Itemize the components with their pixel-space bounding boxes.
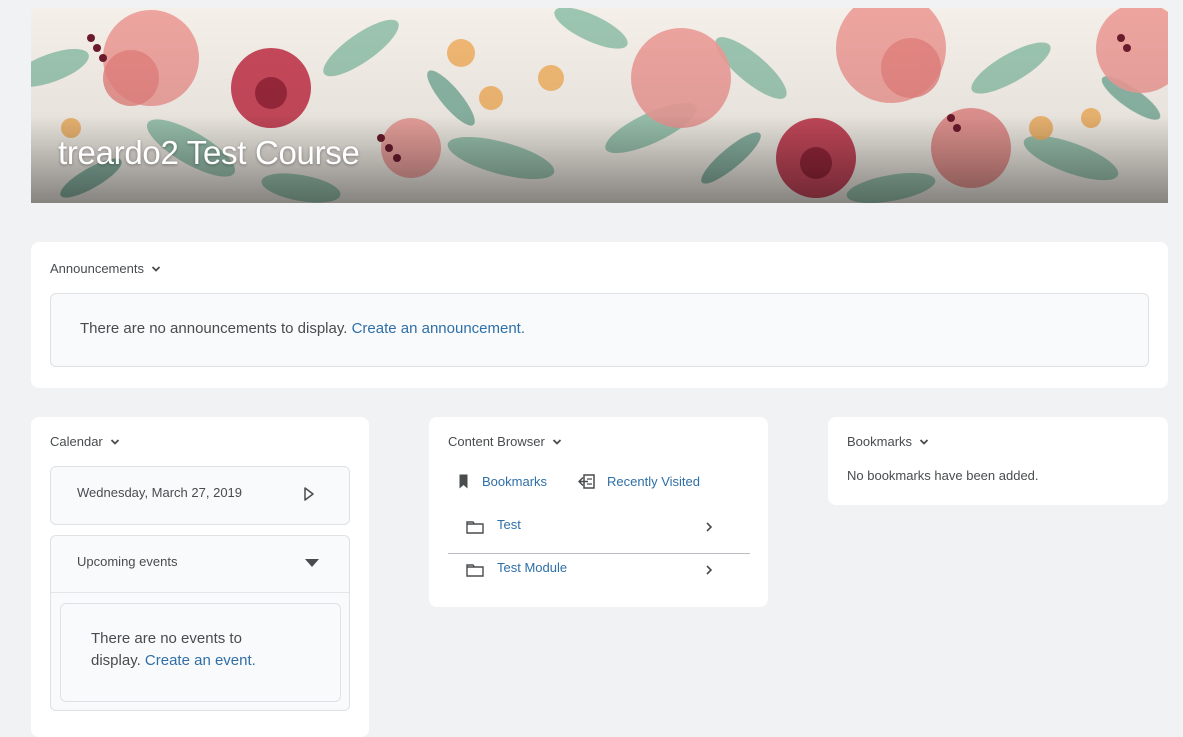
content-item-label: Test Module xyxy=(497,560,568,575)
announcements-title-label: Announcements xyxy=(50,261,144,276)
create-announcement-link[interactable]: Create an announcement. xyxy=(352,320,525,337)
tab-bookmarks[interactable]: Bookmarks xyxy=(459,471,547,491)
content-item-test[interactable]: Test xyxy=(448,513,750,554)
content-item-label: Test xyxy=(497,517,521,532)
divider xyxy=(51,592,349,593)
chevron-down-icon[interactable] xyxy=(552,437,562,447)
calendar-date: Wednesday, March 27, 2019 xyxy=(77,485,243,500)
upcoming-events-panel: Upcoming events There are no events to d… xyxy=(50,535,350,711)
chevron-down-icon[interactable] xyxy=(151,264,161,274)
bookmark-icon xyxy=(459,474,468,488)
tab-recently-visited[interactable]: Recently Visited xyxy=(578,471,700,491)
events-empty-text-1: There are no events to xyxy=(91,630,242,647)
calendar-date-header: Wednesday, March 27, 2019 xyxy=(50,466,350,525)
course-banner: treardo2 Test Course xyxy=(31,8,1168,203)
content-item-test-module[interactable]: Test Module xyxy=(448,556,750,596)
folder-icon xyxy=(466,521,484,534)
events-empty-message: There are no events to display. Create a… xyxy=(91,628,321,672)
chevron-down-icon[interactable] xyxy=(919,437,929,447)
tab-recently-visited-label: Recently Visited xyxy=(607,473,700,489)
upcoming-events-label[interactable]: Upcoming events xyxy=(77,554,177,569)
bookmarks-title[interactable]: Bookmarks xyxy=(847,434,929,449)
bookmarks-empty-message: No bookmarks have been added. xyxy=(847,468,1039,483)
course-title: treardo2 Test Course xyxy=(58,134,360,171)
create-event-link[interactable]: Create an event. xyxy=(145,652,256,669)
chevron-down-icon[interactable] xyxy=(110,437,120,447)
floral-banner-image xyxy=(31,8,1168,203)
tab-bookmarks-label: Bookmarks xyxy=(482,473,548,489)
calendar-title[interactable]: Calendar xyxy=(50,434,120,449)
bookmarks-title-label: Bookmarks xyxy=(847,434,913,449)
chevron-right-icon[interactable] xyxy=(705,521,713,533)
announcements-empty-box: There are no announcements to display. C… xyxy=(50,293,1149,367)
announcements-empty-text: There are no announcements to display. xyxy=(80,320,348,337)
calendar-title-label: Calendar xyxy=(50,434,103,449)
announcements-empty-message: There are no announcements to display. C… xyxy=(80,320,525,337)
events-empty-text-2: display. xyxy=(91,652,141,669)
events-empty-box: There are no events to display. Create a… xyxy=(60,603,341,702)
next-day-arrow-icon[interactable] xyxy=(303,486,315,502)
bookmarks-widget: Bookmarks No bookmarks have been added. xyxy=(828,417,1168,505)
content-browser-title-label: Content Browser xyxy=(448,434,545,449)
content-browser-widget: Content Browser Bookmarks Recently Visit… xyxy=(429,417,768,607)
content-browser-title[interactable]: Content Browser xyxy=(448,434,562,449)
calendar-widget: Calendar Wednesday, March 27, 2019 Upcom… xyxy=(31,417,369,737)
announcements-title[interactable]: Announcements xyxy=(50,261,161,276)
collapse-triangle-icon[interactable] xyxy=(304,558,320,568)
announcements-widget: Announcements There are no announcements… xyxy=(31,242,1168,388)
folder-icon xyxy=(466,564,484,577)
chevron-right-icon[interactable] xyxy=(705,564,713,576)
recently-visited-icon xyxy=(578,473,595,489)
